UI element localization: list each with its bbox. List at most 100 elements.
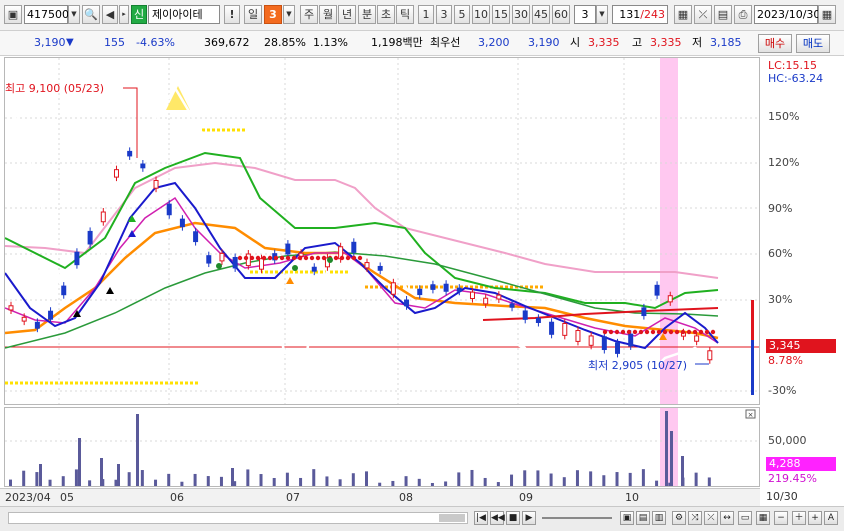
quick-5[interactable]: 5 — [454, 5, 470, 24]
change-pct: -4.63% — [136, 36, 175, 49]
zoom-out-icon[interactable]: − — [774, 511, 788, 525]
save-icon[interactable]: ▤ — [714, 5, 732, 24]
signal-dot — [339, 255, 345, 261]
price-change: 155 — [104, 36, 125, 49]
chart-tool-icon[interactable]: ⤫ — [694, 5, 712, 24]
tool-icon[interactable]: ▦ — [756, 511, 770, 525]
candle — [61, 285, 67, 296]
signal-dot — [327, 257, 333, 263]
print-icon[interactable]: ⎙ — [734, 5, 752, 24]
period-num-button[interactable]: 3 — [264, 5, 282, 24]
nav-stop-icon[interactable]: ■ — [506, 511, 520, 525]
volume-chart[interactable]: × — [4, 407, 760, 487]
stock-code-input[interactable]: 417500 — [24, 5, 69, 24]
quick-input[interactable]: 3 — [574, 5, 596, 24]
sell-button[interactable]: 매도 — [796, 34, 830, 53]
quick-3[interactable]: 3 — [436, 5, 452, 24]
quick-1[interactable]: 1 — [418, 5, 434, 24]
candle — [549, 321, 555, 335]
candle — [193, 231, 199, 243]
signal-dot — [243, 255, 249, 261]
tool-icon[interactable]: ▣ — [620, 511, 634, 525]
tool-icon[interactable]: ▤ — [636, 511, 650, 525]
quick-45[interactable]: 45 — [532, 5, 550, 24]
vol-tick: 50,000 — [768, 434, 807, 447]
grid-icon[interactable]: ▦ — [674, 5, 692, 24]
period-week-button[interactable]: 주 — [300, 5, 318, 24]
current-price: 3,190 — [34, 36, 66, 49]
vol-pct: 219.45% — [768, 472, 817, 485]
candle — [535, 317, 541, 323]
period-year-button[interactable]: 년 — [338, 5, 356, 24]
candle — [694, 335, 700, 342]
chevron-down-icon[interactable]: ▼ — [68, 5, 80, 24]
chevron-down-icon[interactable]: ▼ — [283, 5, 295, 24]
signal-dot — [710, 329, 716, 335]
lc-label: LC:15.15 — [768, 59, 818, 72]
period-month-button[interactable]: 월 — [319, 5, 337, 24]
x-label: 06 — [170, 491, 184, 504]
nav-first-icon[interactable]: |◀ — [474, 511, 488, 525]
count-box[interactable]: 131/243 — [612, 5, 668, 24]
quick-30[interactable]: 30 — [512, 5, 530, 24]
signal-dot — [291, 255, 297, 261]
volume-bar — [78, 438, 81, 486]
candle — [100, 211, 106, 223]
volume-bar — [299, 477, 303, 486]
volume-bar — [430, 482, 434, 486]
bottom-nav: |◀ ◀◀ ■ ▶ ▣ ▤ ▥ ⚙ ⤨ ⤫ ↔ ▭ ▦ − ＋ + A — [0, 506, 844, 531]
scroll-thumb[interactable] — [439, 514, 465, 522]
signal-dot — [273, 255, 279, 261]
period-second-button[interactable]: 초 — [377, 5, 395, 24]
font-icon[interactable]: A — [824, 511, 838, 525]
candle — [113, 169, 119, 178]
nav-prev-icon[interactable]: ◀◀ — [490, 511, 505, 525]
quick-15[interactable]: 15 — [492, 5, 510, 24]
volume-bar — [562, 477, 566, 486]
tick-90: 90% — [768, 202, 793, 215]
hc-label: HC:-63.24 — [768, 72, 824, 85]
period-tick-button[interactable]: 틱 — [396, 5, 414, 24]
candle — [259, 258, 265, 270]
quick-10[interactable]: 10 — [472, 5, 490, 24]
buy-button[interactable]: 매수 — [758, 34, 792, 53]
tick-150: 150% — [768, 110, 800, 123]
current-pct: 8.78% — [768, 354, 803, 367]
candle — [509, 303, 515, 308]
signal-dot — [602, 329, 608, 335]
zoom-slider[interactable] — [542, 517, 612, 519]
tick-60: 60% — [768, 247, 793, 260]
tool-icon[interactable]: ↔ — [720, 511, 734, 525]
tool-icon[interactable]: ⤨ — [688, 511, 702, 525]
speaker-icon[interactable]: ◀ — [102, 5, 118, 24]
scroll-track[interactable] — [8, 512, 468, 524]
tool-icon[interactable]: ⚙ — [672, 511, 686, 525]
volume-bar — [231, 468, 234, 486]
candle — [285, 243, 291, 255]
candle — [377, 265, 383, 271]
volume-bar — [22, 470, 26, 486]
zoom-in-icon[interactable]: ＋ — [792, 511, 806, 525]
calendar-icon[interactable]: ▦ — [818, 5, 836, 24]
volume-bar — [136, 414, 139, 486]
signal-dot — [279, 255, 285, 261]
menu-icon[interactable]: ▣ — [4, 5, 22, 24]
volume-bar — [88, 480, 92, 486]
volume-bar — [246, 469, 250, 486]
chevron-down-icon[interactable]: ▼ — [596, 5, 608, 24]
zoom-in-icon[interactable]: + — [808, 511, 822, 525]
quick-60[interactable]: 60 — [552, 5, 570, 24]
alert-button[interactable]: ! — [224, 5, 240, 24]
nav-next-icon[interactable]: ▶ — [522, 511, 536, 525]
tool-icon[interactable]: ▭ — [738, 511, 752, 525]
arrow-icon[interactable]: ▸ — [119, 5, 129, 24]
signal-dot — [237, 255, 243, 261]
x-label-end: 10/30 — [766, 490, 798, 503]
price-chart[interactable]: 최고 9,100 (05/23) 최저 2,905 (10/27) — [3, 57, 760, 405]
search-icon[interactable]: 🔍 — [82, 5, 100, 24]
period-day-button[interactable]: 일 — [244, 5, 262, 24]
period-minute-button[interactable]: 분 — [358, 5, 376, 24]
tool-icon[interactable]: ⤫ — [704, 511, 718, 525]
tool-icon[interactable]: ▥ — [652, 511, 666, 525]
date-input[interactable]: 2023/10/30 — [754, 5, 820, 24]
